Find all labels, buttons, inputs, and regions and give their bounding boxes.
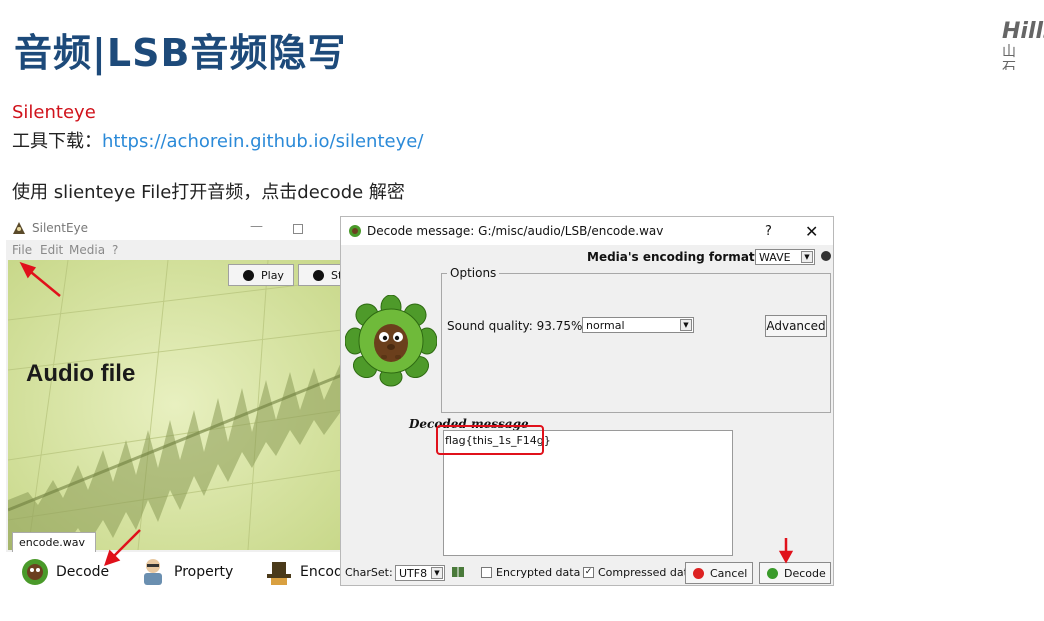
maximize-icon[interactable] bbox=[293, 224, 303, 234]
audio-file-label: Audio file bbox=[26, 360, 136, 387]
toolbar-property-label: Property bbox=[174, 564, 234, 580]
logo-text: Hills bbox=[1002, 20, 1044, 44]
compressed-data-label: Compressed dat bbox=[598, 566, 688, 579]
tool-name: Silenteye bbox=[12, 102, 96, 123]
toolbar-property-button[interactable]: Property bbox=[138, 556, 248, 586]
decode-dialog-titlebar: Decode message: G:/misc/audio/LSB/encode… bbox=[341, 217, 833, 245]
silenteye-menubar: File Edit Media ? bbox=[6, 240, 342, 260]
menu-file[interactable]: File bbox=[12, 243, 32, 257]
company-logo: Hills 山 石 bbox=[1002, 20, 1044, 70]
options-group bbox=[441, 273, 831, 413]
play-icon bbox=[243, 270, 254, 281]
charset-book-icon[interactable] bbox=[451, 565, 465, 579]
cancel-icon bbox=[693, 568, 704, 579]
decode-mascot-icon bbox=[22, 559, 48, 585]
menu-help[interactable]: ? bbox=[112, 243, 118, 257]
download-link[interactable]: https://achorein.github.io/silenteye/ bbox=[102, 131, 423, 152]
dialog-app-icon bbox=[349, 225, 361, 237]
charset-label: CharSet: bbox=[345, 566, 393, 579]
dialog-bottom-bar: CharSet: UTF8 ▼ Encrypted data ✓ Compres… bbox=[341, 559, 833, 585]
advanced-button[interactable]: Advanced bbox=[765, 315, 827, 337]
waveform-graphic bbox=[8, 260, 342, 550]
flag-highlight-box bbox=[436, 425, 544, 455]
audio-canvas: Audio file bbox=[8, 260, 342, 550]
encode-hat-icon bbox=[267, 562, 291, 585]
help-icon[interactable]: ? bbox=[765, 224, 772, 239]
file-tab-encode-wav[interactable]: encode.wav bbox=[12, 532, 96, 552]
silenteye-titlebar: SilentEye — bbox=[6, 216, 342, 240]
decode-dialog: Decode message: G:/misc/audio/LSB/encode… bbox=[340, 216, 834, 586]
charset-select[interactable]: UTF8 ▼ bbox=[395, 565, 445, 581]
property-person-icon bbox=[144, 559, 162, 585]
encrypted-data-label: Encrypted data bbox=[496, 566, 581, 579]
decode-check-icon bbox=[767, 568, 778, 579]
chevron-down-icon: ▼ bbox=[680, 319, 692, 331]
logo-subtext: 山 石 bbox=[1002, 44, 1022, 70]
toolbar-encode-button[interactable]: Encod bbox=[264, 556, 342, 586]
slide-title: 音频|LSB音频隐写 bbox=[14, 31, 347, 75]
silenteye-window: SilentEye — File Edit Media ? Audio file… bbox=[6, 216, 342, 589]
cancel-button[interactable]: Cancel bbox=[685, 562, 753, 584]
instruction-text: 使用 slienteye File打开音频，点击decode 解密 bbox=[12, 182, 405, 203]
quality-select[interactable]: normal ▼ bbox=[582, 317, 694, 333]
sound-quality-value: 93.75% bbox=[536, 319, 583, 333]
menu-media[interactable]: Media bbox=[69, 243, 105, 257]
encoding-format-label: Media's encoding format : bbox=[587, 250, 764, 264]
toolbar-encode-label: Encod bbox=[300, 564, 342, 580]
format-info-icon[interactable] bbox=[821, 251, 831, 261]
play-button[interactable]: Play bbox=[228, 264, 294, 286]
encoding-format-row: Media's encoding format : WAVE ▼ bbox=[341, 247, 833, 267]
silenteye-title: SilentEye bbox=[32, 221, 89, 235]
stop-button[interactable]: Sto bbox=[298, 264, 342, 286]
toolbar-decode-button[interactable]: Decode bbox=[20, 556, 120, 586]
encrypted-data-checkbox[interactable] bbox=[481, 567, 492, 578]
options-legend: Options bbox=[447, 266, 500, 280]
chevron-down-icon: ▼ bbox=[801, 251, 813, 263]
compressed-data-checkbox[interactable]: ✓ bbox=[583, 567, 594, 578]
toolbar-decode-label: Decode bbox=[56, 564, 110, 580]
decode-button[interactable]: Decode bbox=[759, 562, 831, 584]
download-row: 工具下载：https://achorein.github.io/silentey… bbox=[12, 127, 423, 153]
minimize-icon[interactable]: — bbox=[250, 219, 263, 234]
stop-icon bbox=[313, 270, 324, 281]
encoding-format-select[interactable]: WAVE ▼ bbox=[755, 249, 815, 265]
close-icon[interactable]: ✕ bbox=[805, 222, 818, 241]
download-prefix: 工具下载： bbox=[12, 131, 102, 152]
silenteye-toolbar: Decode Property Encod bbox=[6, 552, 342, 589]
chevron-down-icon: ▼ bbox=[431, 567, 443, 579]
sound-quality-label: Sound quality: 93.75% bbox=[447, 319, 583, 333]
decode-dialog-title: Decode message: G:/misc/audio/LSB/encode… bbox=[367, 224, 664, 238]
silenteye-app-icon bbox=[13, 222, 25, 234]
menu-edit[interactable]: Edit bbox=[40, 243, 63, 257]
silenteye-mascot-icon bbox=[345, 295, 437, 387]
